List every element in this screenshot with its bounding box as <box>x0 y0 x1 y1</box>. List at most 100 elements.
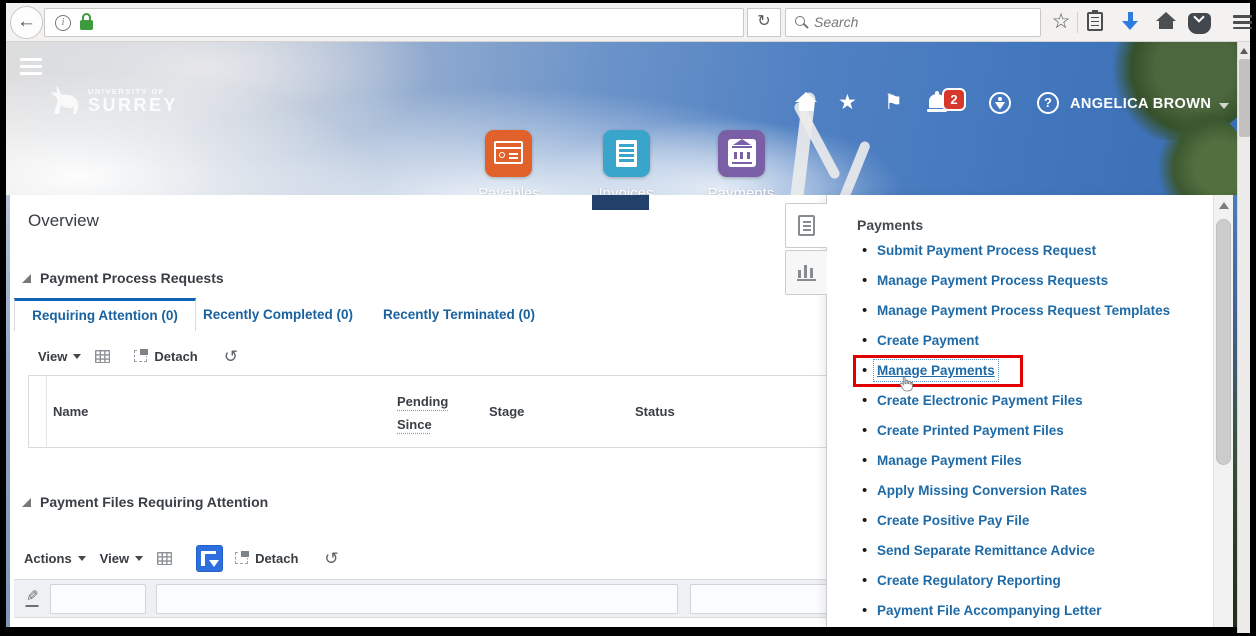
chevron-down-icon[interactable] <box>77 555 86 561</box>
invoices-app-label[interactable]: Invoices <box>571 185 681 195</box>
refresh-icon[interactable]: ↺ <box>324 550 338 567</box>
disclosure-triangle-icon[interactable] <box>22 497 31 507</box>
refresh-icon[interactable]: ↺ <box>224 348 238 365</box>
scrollbar-thumb[interactable] <box>1216 219 1231 465</box>
page-title: Overview <box>28 211 99 230</box>
chevron-down-icon[interactable] <box>135 555 144 561</box>
list-item: Payment File Accompanying Letter <box>827 596 1213 626</box>
tab-requiring-attention[interactable]: Requiring Attention (0) <box>14 298 196 331</box>
notification-count-badge[interactable]: 2 <box>942 88 966 111</box>
library-icon[interactable] <box>1083 10 1107 34</box>
payables-app-label[interactable]: Payables <box>454 185 564 195</box>
search-icon <box>795 16 809 30</box>
list-item: Create Payment <box>827 326 1213 356</box>
tasks-link-list: Submit Payment Process Request Manage Pa… <box>827 236 1213 626</box>
download-icon[interactable] <box>1118 10 1142 34</box>
invoices-app-icon[interactable] <box>603 130 650 177</box>
section-title: Payment Process Requests <box>40 270 224 286</box>
tasks-document-icon <box>798 215 815 236</box>
disclosure-triangle-icon[interactable] <box>22 273 31 283</box>
view-menu[interactable]: View <box>100 551 129 566</box>
ppr-toolbar: View Detach ↺ <box>38 343 238 369</box>
watchlist-flag-icon[interactable]: ⚑ <box>884 92 903 114</box>
link-create-printed-payment-files[interactable]: Create Printed Payment Files <box>877 423 1064 438</box>
payments-app-icon[interactable] <box>718 130 765 177</box>
link-payment-file-accompanying-letter[interactable]: Payment File Accompanying Letter <box>877 603 1102 618</box>
payments-glyph-icon <box>727 139 756 167</box>
link-submit-payment-process-request[interactable]: Submit Payment Process Request <box>877 243 1096 258</box>
pocket-icon[interactable] <box>1187 10 1211 34</box>
list-item: Manage Payment Process Requests <box>827 266 1213 296</box>
bookmark-star-icon[interactable]: ☆ <box>1049 10 1073 34</box>
columns-grid-icon[interactable] <box>95 349 111 363</box>
link-create-electronic-payment-files[interactable]: Create Electronic Payment Files <box>877 393 1083 408</box>
tab-recently-terminated[interactable]: Recently Terminated (0) <box>383 298 535 331</box>
tasks-side-tab[interactable] <box>785 203 827 248</box>
payments-app-label[interactable]: Payments <box>686 185 796 195</box>
pfra-toolbar: Actions View Detach ↺ <box>24 544 339 572</box>
chevron-down-icon[interactable] <box>73 353 82 359</box>
accessibility-icon[interactable] <box>989 92 1011 114</box>
reports-side-tab[interactable] <box>785 250 827 295</box>
browser-home-icon[interactable] <box>1154 10 1178 34</box>
actions-menu[interactable]: Actions <box>24 551 72 566</box>
link-create-regulatory-reporting[interactable]: Create Regulatory Reporting <box>877 573 1061 588</box>
view-menu[interactable]: View <box>38 349 67 364</box>
query-by-example-button[interactable] <box>196 544 224 572</box>
detach-button[interactable]: Detach <box>134 348 198 364</box>
browser-refresh-button[interactable]: ↻ <box>747 8 781 37</box>
browser-toolbar: ← i ↻ Search ☆ <box>6 3 1252 42</box>
home-icon[interactable] <box>795 92 817 112</box>
link-manage-payment-files[interactable]: Manage Payment Files <box>877 453 1022 468</box>
list-item: Manage Payment Process Request Templates <box>827 296 1213 326</box>
link-apply-missing-conversion-rates[interactable]: Apply Missing Conversion Rates <box>877 483 1087 498</box>
scroll-up-arrow-icon[interactable] <box>1238 45 1250 57</box>
payables-app-icon[interactable] <box>485 130 532 177</box>
link-create-positive-pay-file[interactable]: Create Positive Pay File <box>877 513 1029 528</box>
link-manage-payments[interactable]: Manage Payments <box>873 359 999 382</box>
background-fragment <box>592 195 649 210</box>
stag-logo-icon <box>51 86 79 114</box>
favorites-star-icon[interactable]: ★ <box>838 92 857 114</box>
detach-button[interactable]: Detach <box>235 550 298 566</box>
browser-scrollbar[interactable] <box>1237 42 1250 633</box>
secure-lock-icon[interactable] <box>79 13 93 30</box>
list-item: Apply Missing Conversion Rates <box>827 476 1213 506</box>
navigator-menu-icon[interactable] <box>20 54 42 79</box>
column-header-stage[interactable]: Stage <box>489 404 524 419</box>
link-manage-payment-process-request-templates[interactable]: Manage Payment Process Request Templates <box>877 303 1170 318</box>
university-of-surrey-logo: UNIVERSITY OF SURREY <box>48 86 178 116</box>
user-menu-caret-icon[interactable] <box>1219 103 1229 109</box>
browser-menu-icon[interactable] <box>1230 12 1254 36</box>
user-menu[interactable]: ANGELICA BROWN <box>1070 96 1218 112</box>
detach-icon <box>134 348 150 362</box>
list-item: Create Electronic Payment Files <box>827 386 1213 416</box>
left-edge-strip <box>6 195 10 627</box>
link-manage-payment-process-requests[interactable]: Manage Payment Process Requests <box>877 273 1108 288</box>
link-create-payment[interactable]: Create Payment <box>877 333 979 348</box>
filter-input-2[interactable] <box>156 584 678 614</box>
toolbar-divider <box>1077 12 1078 33</box>
payment-files-requiring-attention-header: Payment Files Requiring Attention <box>22 494 268 510</box>
list-item: Submit Payment Process Request <box>827 236 1213 266</box>
column-header-pending-since[interactable]: Pending Since <box>397 390 459 436</box>
help-icon[interactable]: ? <box>1037 92 1059 114</box>
column-header-status[interactable]: Status <box>635 404 675 419</box>
filter-input-1[interactable] <box>50 584 146 614</box>
search-input[interactable]: Search <box>785 8 1041 37</box>
edit-pencil-icon: ✎ <box>26 588 39 607</box>
content-scrollbar[interactable] <box>1213 195 1233 627</box>
back-button[interactable]: ← <box>10 6 43 39</box>
search-placeholder: Search <box>814 14 859 30</box>
scroll-up-arrow-icon[interactable] <box>1214 199 1234 213</box>
app-header-banner: UNIVERSITY OF SURREY ★ ⚑ 2 ? ANGELICA BR… <box>6 42 1237 195</box>
column-header-name[interactable]: Name <box>53 404 88 419</box>
tasks-panel-title: Payments <box>857 217 924 233</box>
address-bar[interactable]: i <box>44 8 744 37</box>
columns-grid-icon[interactable] <box>157 551 173 565</box>
scrollbar-thumb[interactable] <box>1239 59 1250 137</box>
link-send-separate-remittance-advice[interactable]: Send Separate Remittance Advice <box>877 543 1095 558</box>
list-item: Create Printed Payment Files <box>827 416 1213 446</box>
site-info-icon[interactable]: i <box>55 15 71 31</box>
tab-recently-completed[interactable]: Recently Completed (0) <box>203 298 353 331</box>
